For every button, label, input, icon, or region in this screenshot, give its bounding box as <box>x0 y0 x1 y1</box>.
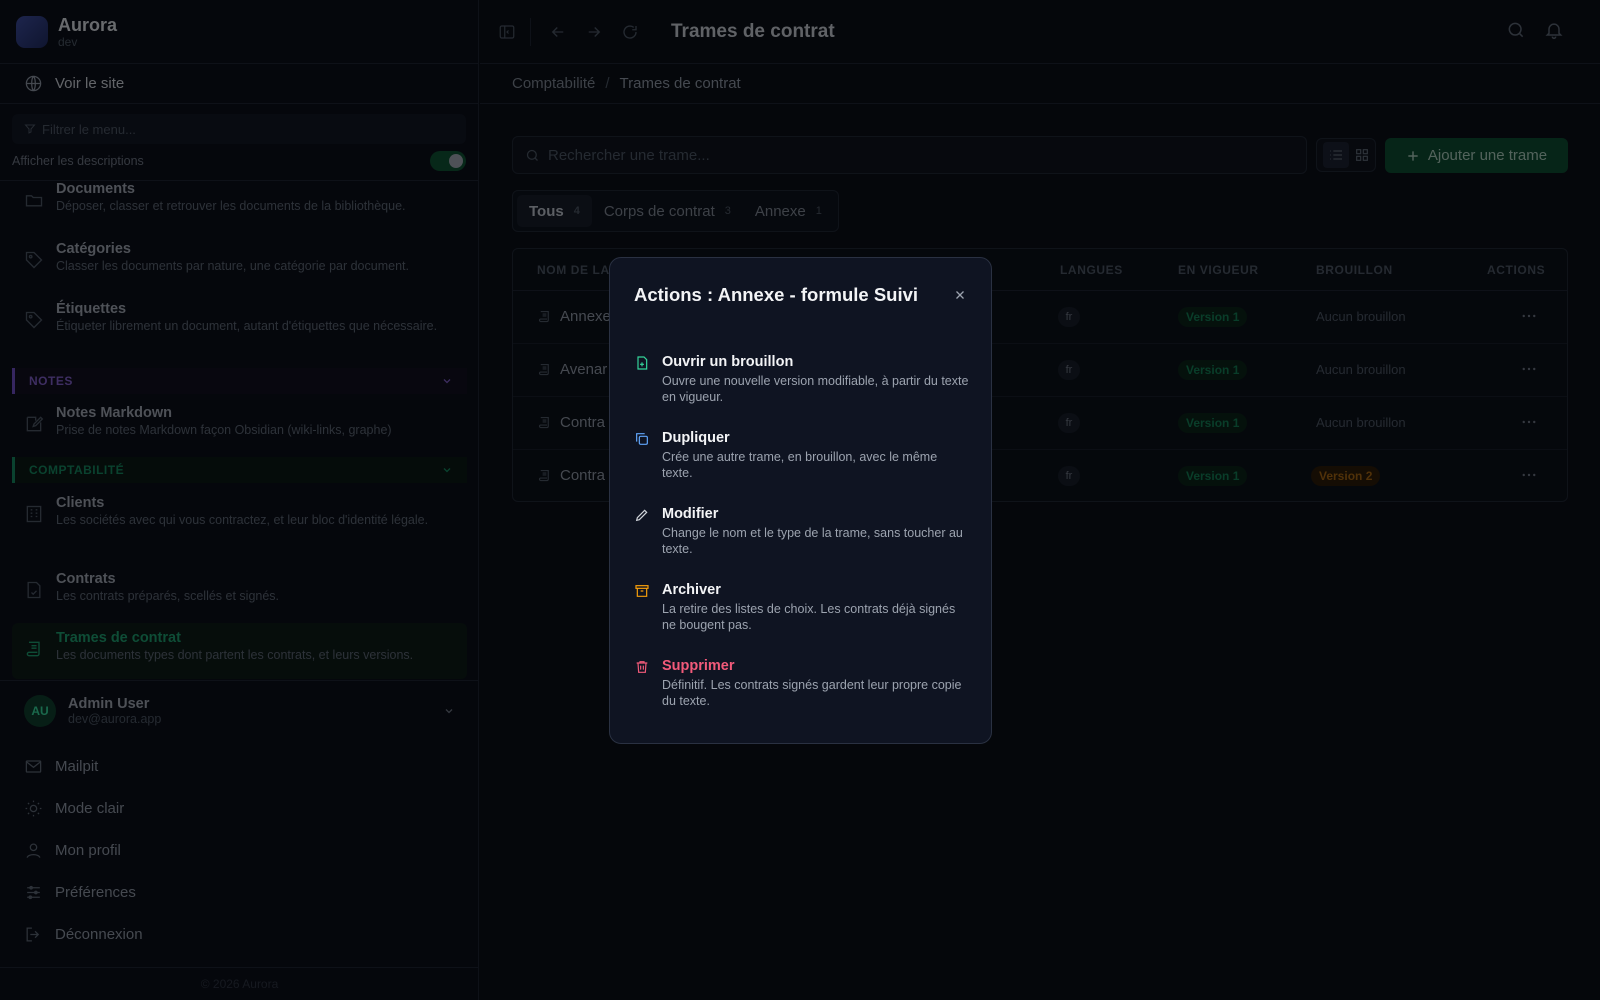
actions-dialog: Actions : Annexe - formule Suivi Ouvrir … <box>609 257 992 744</box>
trash-icon <box>634 659 650 709</box>
file-plus-icon <box>634 355 650 405</box>
close-icon[interactable] <box>953 288 967 302</box>
duplicate-action[interactable]: Dupliquer Crée une autre trame, en brouil… <box>634 429 969 481</box>
action-desc: Définitif. Les contrats signés gardent l… <box>662 678 962 708</box>
delete-action[interactable]: Supprimer Définitif. Les contrats signés … <box>634 657 969 709</box>
archive-action[interactable]: Archiver La retire des listes de choix. L… <box>634 581 969 633</box>
dialog-title: Actions : Annexe - formule Suivi <box>634 284 919 305</box>
action-title: Supprimer <box>662 658 735 674</box>
action-title: Modifier <box>662 506 719 522</box>
copy-icon <box>634 431 650 481</box>
action-desc: La retire des listes de choix. Les contr… <box>662 602 956 632</box>
action-desc: Crée une autre trame, en brouillon, avec… <box>662 450 938 480</box>
action-desc: Ouvre une nouvelle version modifiable, à… <box>662 374 969 404</box>
edit-action[interactable]: Modifier Change le nom et le type de la t… <box>634 505 969 557</box>
archive-icon <box>634 583 650 633</box>
open-draft-action[interactable]: Ouvrir un brouillon Ouvre une nouvelle ve… <box>634 353 969 405</box>
action-title: Archiver <box>662 582 721 598</box>
action-title: Dupliquer <box>662 430 730 446</box>
pencil-icon <box>634 507 650 557</box>
action-desc: Change le nom et le type de la trame, sa… <box>662 526 963 556</box>
action-title: Ouvrir un brouillon <box>662 354 794 370</box>
